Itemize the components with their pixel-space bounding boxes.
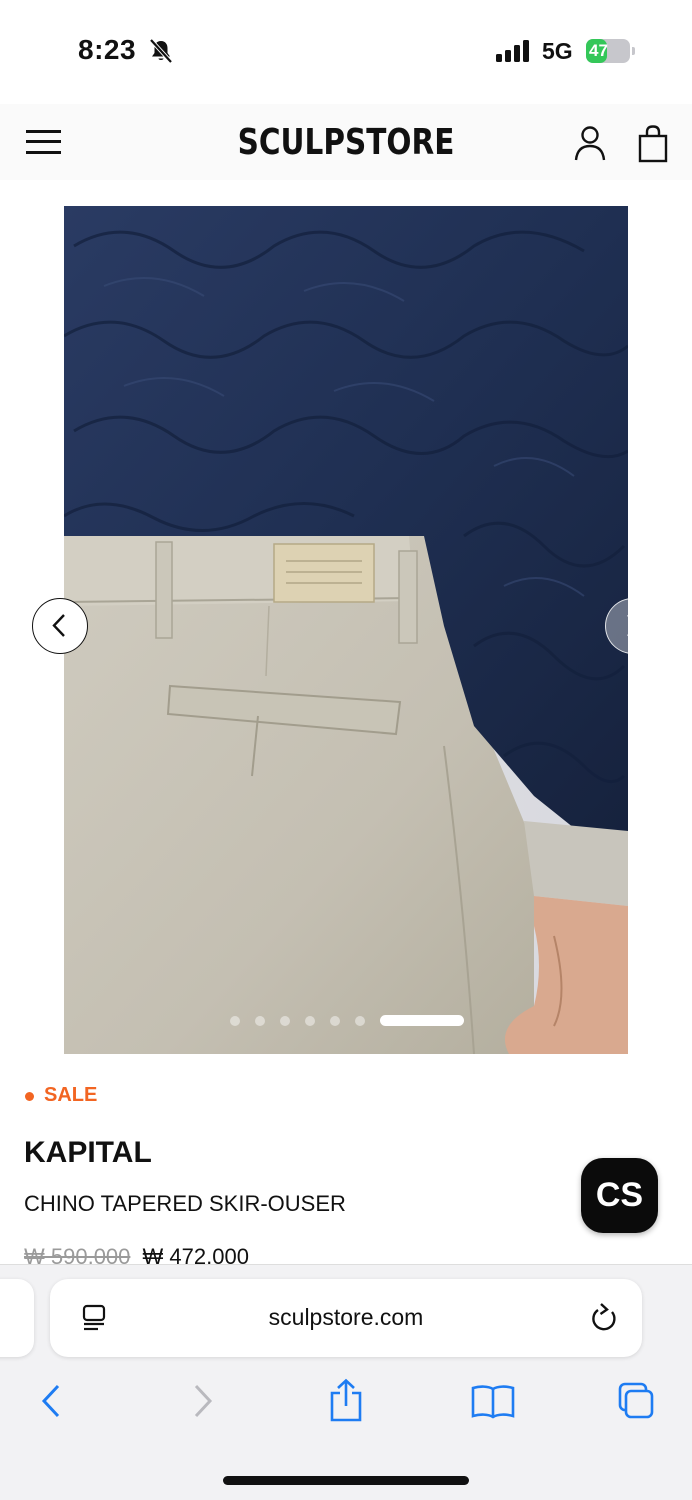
sale-dot <box>25 1092 34 1101</box>
chevron-left-icon <box>52 614 65 637</box>
status-bar: 8:23 5G 47 <box>0 0 692 104</box>
tabs-icon[interactable] <box>616 1378 656 1424</box>
chevron-right-icon <box>627 614 640 637</box>
address-bar[interactable]: sculpstore.com <box>50 1279 642 1357</box>
site-header: SCULPSTORE <box>0 104 692 180</box>
url-text: sculpstore.com <box>268 1304 424 1330</box>
site-logo[interactable]: SCULPSTORE <box>62 122 629 163</box>
home-indicator <box>223 1476 469 1485</box>
sale-price: ₩ 472,000 <box>142 1244 249 1266</box>
user-icon[interactable] <box>572 124 608 164</box>
battery-level: 47 <box>589 41 608 60</box>
product-prices: ₩ 590,000 ₩ 472,000 <box>24 1244 249 1266</box>
carousel-dot[interactable] <box>230 1016 240 1026</box>
network-type: 5G <box>542 38 573 64</box>
bag-icon[interactable] <box>636 124 670 164</box>
product-brand[interactable]: KAPITAL <box>24 1136 152 1170</box>
product-image[interactable] <box>64 206 628 1054</box>
back-button[interactable] <box>32 1378 72 1424</box>
cellular-signal-icon <box>496 40 529 62</box>
status-time: 8:23 <box>78 34 137 65</box>
battery-nub <box>632 47 635 55</box>
hamburger-icon[interactable] <box>26 128 62 156</box>
carousel-next-button[interactable] <box>605 598 661 654</box>
forward-button[interactable] <box>182 1378 222 1424</box>
original-price: ₩ 590,000 <box>24 1244 131 1266</box>
carousel-dot-active[interactable] <box>380 1015 464 1026</box>
carousel-prev-button[interactable] <box>32 598 88 654</box>
carousel-dot[interactable] <box>280 1016 290 1026</box>
battery-icon: 47 <box>586 39 630 63</box>
reload-icon[interactable] <box>588 1301 620 1335</box>
customer-service-button[interactable]: CS <box>581 1158 658 1233</box>
carousel-dot[interactable] <box>355 1016 365 1026</box>
product-name: CHINO TAPERED SKIR-OUSER <box>24 1191 346 1216</box>
carousel-dot[interactable] <box>255 1016 265 1026</box>
previous-tab-peek[interactable] <box>0 1279 34 1357</box>
book-icon[interactable] <box>470 1378 516 1424</box>
carousel-dot[interactable] <box>330 1016 340 1026</box>
share-icon[interactable] <box>326 1378 366 1424</box>
carousel-dot[interactable] <box>305 1016 315 1026</box>
product-photo <box>64 206 628 1054</box>
bell-muted-icon <box>149 38 173 64</box>
sale-label: SALE <box>44 1084 98 1106</box>
